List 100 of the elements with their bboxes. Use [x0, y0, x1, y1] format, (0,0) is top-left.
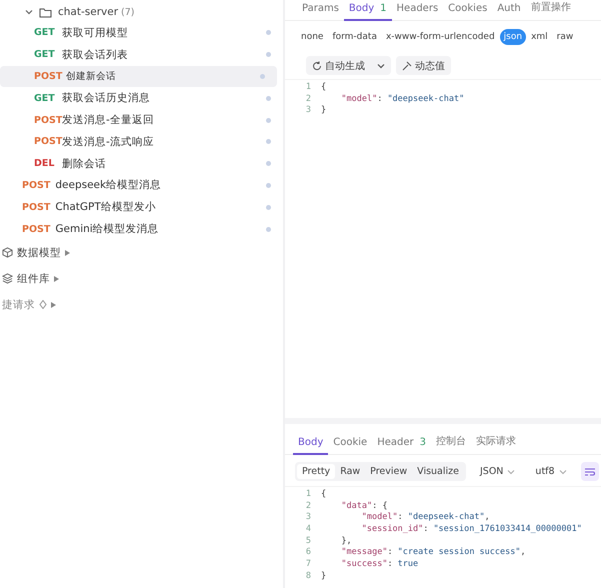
code-line: "model": "deepseek-chat" [340, 94, 464, 106]
wrap-lines-button[interactable] [580, 462, 599, 481]
folder-icon [39, 6, 52, 18]
body-type-option[interactable]: xml [527, 29, 552, 45]
request-name: 创建新会话 [66, 70, 117, 83]
line-number: 2 [304, 94, 312, 106]
line-number: 3 [304, 512, 312, 524]
response-tab[interactable]: Cookie [328, 437, 372, 455]
status-dot-icon [266, 226, 271, 232]
caret-icon[interactable] [54, 276, 59, 282]
request-item[interactable]: POST Gemini给模型发消息 [0, 218, 277, 240]
body-type-option[interactable]: form-data [328, 29, 381, 45]
line-number: 3 [304, 105, 312, 118]
response-tab[interactable]: Body [293, 437, 328, 455]
request-item[interactable]: POST发送消息-流式响应 [0, 130, 277, 153]
method-label: POST [22, 180, 50, 191]
status-dot-icon [266, 30, 271, 36]
code-line: "success": true [340, 559, 418, 571]
dynamic-value-button[interactable]: 动态值 [396, 56, 451, 75]
status-dot-icon [266, 139, 271, 144]
method-label: POST [34, 70, 62, 82]
code-line: }, [340, 536, 352, 548]
code-line: "data": { [340, 500, 388, 512]
view-mode-option[interactable]: Raw [335, 464, 366, 479]
request-item[interactable]: POST 创建新会话 [0, 66, 277, 88]
request-item[interactable]: GET 获取可用模型 [0, 22, 277, 44]
method-label: GET [34, 49, 56, 60]
method-label: DEL [34, 158, 56, 170]
line-number: 4 [304, 524, 312, 536]
dropdown-button[interactable] [371, 56, 391, 75]
request-name: 获取会话列表 [62, 48, 129, 62]
response-tab[interactable]: Header 3 [372, 437, 431, 455]
item-count: (7) [121, 6, 134, 18]
request-name: 获取会话历史消息 [62, 91, 151, 106]
request-tab[interactable]: 前置操作 [526, 0, 576, 21]
cube-icon [2, 247, 13, 258]
encoding-select[interactable]: utf8 [529, 466, 573, 477]
response-tab[interactable]: 控制台 [431, 434, 471, 455]
response-tab[interactable]: 实际请求 [471, 434, 521, 455]
refresh-icon [312, 60, 322, 70]
code-line: "message": "create session success", [340, 547, 526, 560]
view-mode-option[interactable]: Preview [365, 464, 412, 479]
status-dot-icon [266, 204, 271, 210]
code-line: } [321, 570, 326, 582]
request-name: ChatGPT给模型发小 [55, 200, 157, 214]
request-item[interactable]: POST deepseek给模型消息 [0, 174, 277, 196]
status-dot-icon [266, 118, 271, 123]
status-dot-icon [260, 74, 265, 79]
auto-generate-button[interactable]: 自动生成 [306, 56, 371, 75]
request-name: Gemini给模型发消息 [55, 222, 160, 236]
request-tab[interactable]: Headers [392, 3, 444, 21]
code-line: "session_id": "session_1761033414_00000001" [360, 524, 582, 536]
line-number: 7 [304, 559, 312, 571]
code-line: "model": "deepseek-chat", [360, 512, 490, 524]
request-tab[interactable]: Params [297, 3, 344, 21]
wrap-lines-icon [584, 466, 596, 476]
method-label: POST [34, 136, 62, 148]
body-type-option[interactable]: raw [552, 29, 578, 45]
request-item[interactable]: GET 获取会话列表 [0, 44, 277, 66]
code-line: { [321, 82, 326, 94]
layers-icon [2, 273, 13, 284]
request-item[interactable]: POST发送消息-全量返回 [0, 109, 277, 131]
request-item[interactable]: POST ChatGPT给模型发小 [0, 196, 277, 218]
request-item[interactable]: GET 获取会话历史消息 [0, 87, 277, 110]
method-label: GET [34, 27, 56, 38]
json-editor[interactable]: 1 { 2 "model": "deepseek-chat" 3 } [285, 79, 601, 118]
method-label: POST [34, 114, 62, 126]
section-label[interactable]: 数据模型 [17, 246, 61, 260]
body-type-option[interactable]: x-www-form-urlencoded [382, 29, 499, 45]
code-line: } [321, 105, 326, 118]
format-select[interactable]: JSON [474, 466, 522, 477]
status-dot-icon [266, 52, 271, 58]
view-mode-option[interactable]: Pretty [297, 464, 336, 479]
caret-icon[interactable] [65, 250, 70, 256]
method-label: POST [22, 202, 50, 213]
section-label[interactable]: 组件库 [17, 272, 50, 286]
chevron-down-icon [558, 468, 567, 474]
status-dot-icon [266, 96, 271, 101]
request-item[interactable]: DEL 删除会话 [0, 152, 277, 175]
request-tab[interactable]: Cookies [443, 3, 492, 21]
code-line: { [321, 489, 326, 501]
section-label[interactable]: 捷请求 [2, 298, 35, 312]
chevron-down-icon [377, 62, 385, 68]
request-name: 删除会话 [62, 156, 107, 171]
caret-icon[interactable] [51, 302, 56, 308]
status-dot-icon [266, 161, 271, 166]
view-mode-option[interactable]: Visualize [412, 464, 464, 479]
chevron-icon[interactable] [25, 8, 33, 16]
method-label: GET [34, 92, 56, 104]
folder-name[interactable]: chat-server [58, 6, 118, 18]
line-number: 8 [304, 570, 312, 582]
request-name: deepseek给模型消息 [55, 178, 162, 192]
request-tab[interactable]: Body 1 [344, 3, 392, 21]
line-number: 5 [304, 536, 312, 548]
status-dot-icon [266, 182, 271, 188]
request-name: 发送消息-流式响应 [62, 134, 155, 149]
request-tab[interactable]: Auth [492, 3, 526, 21]
body-type-option[interactable]: none [297, 29, 328, 45]
request-name: 获取可用模型 [62, 26, 129, 40]
line-number: 1 [304, 82, 312, 94]
